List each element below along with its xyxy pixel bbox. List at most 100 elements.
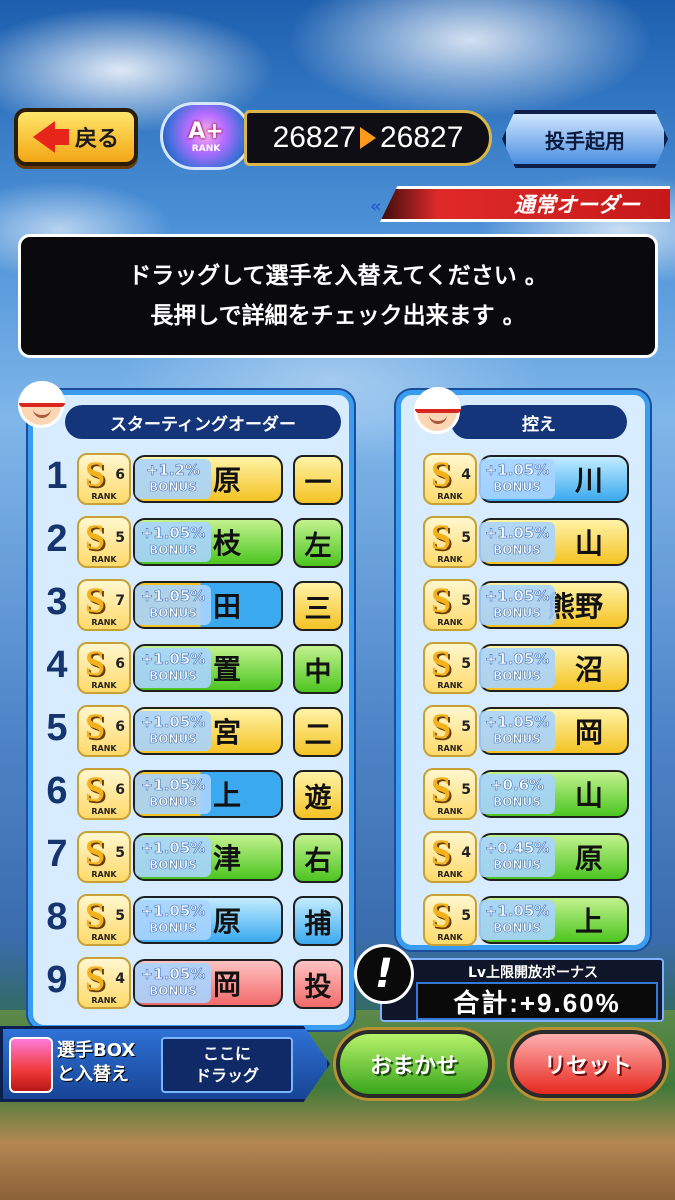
bonus-percent: +1.2% (145, 461, 201, 480)
rank-sublevel: 5 (461, 719, 471, 735)
drag-drop-zone[interactable]: ここに ドラッグ (161, 1037, 293, 1093)
fielding-position: 左 (304, 530, 332, 562)
player-name: 上 (574, 905, 603, 938)
player-rank-icon: S 5 RANK (77, 516, 131, 568)
batting-order-number: 3 (46, 581, 68, 623)
bonus-percent: +1.05% (484, 713, 550, 732)
drag-zone-line2: ドラッグ (194, 1066, 259, 1085)
fielding-position-badge[interactable]: 三 (293, 581, 343, 631)
bench-player-row[interactable]: 山 S 5 RANK +0.6% BONUS (421, 766, 631, 822)
player-rank-icon: S 5 RANK (423, 705, 477, 757)
player-name: 川 (574, 464, 603, 497)
player-name: 田 (212, 590, 241, 623)
bench-title: 控え (451, 405, 627, 439)
fielding-position-badge[interactable]: 右 (293, 833, 343, 883)
player-rank-icon: S 5 RANK (77, 894, 131, 946)
starting-player-row[interactable]: 2 枝 S 5 RANK +1.05% BONUS 左 (43, 514, 343, 570)
player-box-label: 選手BOX と入替え (57, 1039, 135, 1087)
reset-button[interactable]: リセット (510, 1030, 666, 1098)
bench-player-row[interactable]: 沼 S 5 RANK +1.05% BONUS (421, 640, 631, 696)
bench-avatar-icon (414, 387, 461, 434)
starting-player-row[interactable]: 1 原 S 6 RANK +1.2% BONUS 一 (43, 451, 343, 507)
player-box-label-line1: 選手BOX (57, 1040, 136, 1061)
starting-player-row[interactable]: 6 上 S 6 RANK +1.05% BONUS 遊 (43, 766, 343, 822)
rank-sublevel: 4 (115, 971, 125, 987)
rank-letter: S (85, 580, 106, 620)
bonus-caption: BONUS (493, 543, 541, 558)
bench-player-row[interactable]: 山 S 5 RANK +1.05% BONUS (421, 514, 631, 570)
bonus-badge: +1.05% BONUS (479, 900, 555, 940)
rank-caption: RANK (437, 870, 463, 879)
fielding-position-badge[interactable]: 捕 (293, 896, 343, 946)
rank-caption: RANK (91, 492, 117, 501)
rank-letter: S (431, 706, 452, 746)
starting-player-row[interactable]: 3 田 S 7 RANK +1.05% BONUS 三 (43, 577, 343, 633)
starting-player-row[interactable]: 9 岡 S 4 RANK +1.05% BONUS 投 (43, 955, 343, 1011)
player-avatar-icon (18, 381, 65, 428)
fielding-position: 遊 (304, 782, 332, 814)
auto-arrange-button[interactable]: おまかせ (336, 1030, 492, 1098)
rank-caption: RANK (91, 744, 117, 753)
rank-caption: RANK (437, 807, 463, 816)
fielding-position-badge[interactable]: 遊 (293, 770, 343, 820)
player-name: 原 (212, 464, 241, 497)
fielding-position-badge[interactable]: 中 (293, 644, 343, 694)
starting-player-row[interactable]: 5 宮 S 6 RANK +1.05% BONUS 二 (43, 703, 343, 759)
bonus-percent: +1.05% (484, 650, 550, 669)
rank-caption: RANK (91, 618, 117, 627)
player-rank-icon: S 4 RANK (77, 957, 131, 1009)
bonus-caption: BONUS (493, 669, 541, 684)
bonus-badge: +1.05% BONUS (135, 837, 211, 877)
rank-letter: S (85, 895, 106, 935)
bonus-badge: +1.05% BONUS (135, 522, 211, 562)
bonus-caption: BONUS (149, 732, 197, 747)
player-rank-icon: S 7 RANK (77, 579, 131, 631)
fielding-position-badge[interactable]: 一 (293, 455, 343, 505)
pitcher-usage-button[interactable]: 投手起用 (502, 110, 668, 168)
fielding-position-badge[interactable]: 投 (293, 959, 343, 1009)
rank-letter: S (431, 643, 452, 683)
starting-player-row[interactable]: 8 原 S 5 RANK +1.05% BONUS 捕 (43, 892, 343, 948)
drag-zone-line1: ここに (202, 1044, 251, 1063)
rank-caption: RANK (91, 555, 117, 564)
player-box-swap-area[interactable]: 選手BOX と入替え ここに ドラッグ (0, 1026, 330, 1102)
bench-player-row[interactable]: 川 S 4 RANK +1.05% BONUS (421, 451, 631, 507)
instruction-line-2: 長押しで詳細をチェック出来ます 。 (150, 303, 526, 329)
bonus-percent: +1.05% (484, 461, 550, 480)
rank-sublevel: 6 (115, 467, 125, 483)
bonus-badge: +1.05% BONUS (135, 774, 211, 814)
fielding-position: 二 (304, 719, 332, 751)
bonus-percent: +1.05% (484, 587, 550, 606)
rank-letter: S (85, 769, 106, 809)
bench-player-row[interactable]: 岡 S 5 RANK +1.05% BONUS (421, 703, 631, 759)
starting-player-row[interactable]: 4 置 S 6 RANK +1.05% BONUS 中 (43, 640, 343, 696)
bonus-percent: +1.05% (140, 650, 206, 669)
player-rank-icon: S 4 RANK (423, 453, 477, 505)
rank-letter: S (431, 895, 452, 935)
bonus-percent: +1.05% (140, 776, 206, 795)
player-box-label-line2: と入替え (57, 1064, 129, 1085)
bench-player-row[interactable]: 熊野 S 5 RANK +1.05% BONUS (421, 577, 631, 633)
rank-letter: S (431, 769, 452, 809)
player-rank-icon: S 5 RANK (423, 516, 477, 568)
bonus-percent: +1.05% (140, 587, 206, 606)
bonus-badge: +1.2% BONUS (135, 459, 211, 499)
bonus-caption: BONUS (493, 480, 541, 495)
starting-player-row[interactable]: 7 津 S 5 RANK +1.05% BONUS 右 (43, 829, 343, 885)
bonus-badge: +1.05% BONUS (479, 585, 555, 625)
rank-letter: S (431, 832, 452, 872)
player-rank-icon: S 6 RANK (77, 453, 131, 505)
instruction-line-1: ドラッグして選手を入替えてください 。 (128, 263, 548, 289)
level-bonus-total: 合計:+9.60% (416, 982, 658, 1020)
rank-caption: RANK (437, 744, 463, 753)
back-button[interactable]: 戻る (14, 108, 138, 166)
bonus-badge: +1.05% BONUS (135, 900, 211, 940)
bonus-caption: BONUS (493, 921, 541, 936)
fielding-position-badge[interactable]: 二 (293, 707, 343, 757)
bench-player-row[interactable]: 原 S 4 RANK +0.45% BONUS (421, 829, 631, 885)
bench-player-row[interactable]: 上 S 5 RANK +1.05% BONUS (421, 892, 631, 948)
bonus-badge: +1.05% BONUS (135, 585, 211, 625)
rank-letter: S (431, 454, 452, 494)
fielding-position-badge[interactable]: 左 (293, 518, 343, 568)
bonus-percent: +1.05% (140, 839, 206, 858)
